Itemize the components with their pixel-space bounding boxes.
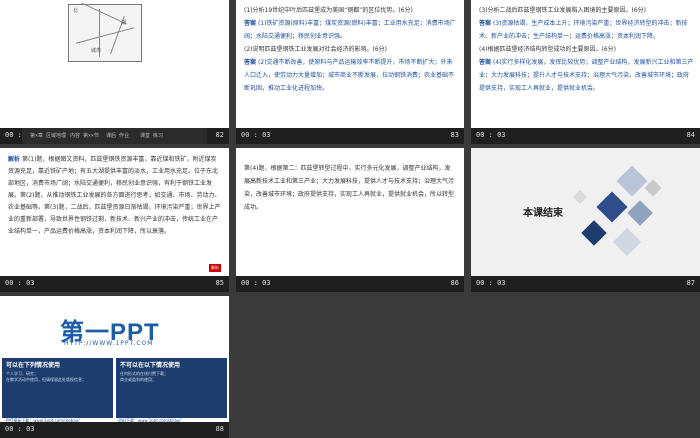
- slide-footer: 00 : 03 88: [0, 422, 229, 438]
- end-title: 本课结束: [523, 208, 563, 219]
- map-label-lake: 湖: [121, 20, 127, 26]
- question-4: (4)根据匹兹堡经济结构转型成功的主要原因。(6分): [479, 46, 616, 53]
- slide-footer: 00 : 03 85: [0, 276, 229, 292]
- timer: 00 : 03: [241, 279, 271, 287]
- map-label-north: 北: [73, 8, 79, 14]
- analysis-label: 解析: [8, 156, 21, 163]
- answer-3: (3)资源枯竭，生产成本上升；环境污染严重；世界经济转型的冲击；新技术、新产业的…: [479, 20, 688, 40]
- slide-86[interactable]: 第(4)题，根据第二：匹兹堡转型过程中，实行多元化发展，调整产业结构，发展高新技…: [236, 148, 464, 292]
- slide-number: 85: [215, 279, 224, 287]
- map-label-city: 城市: [91, 48, 102, 54]
- timer: 00 : 03: [476, 279, 506, 287]
- usage-allowed-panel: 可以在下列情况使用 个人学习、研究； 在教学活动中使用，但请保留此处版权信息；: [2, 358, 113, 418]
- slide-text: (1)分析19世纪中叶后匹兹堡成为美国“钢都”的区位优势。(6分) 答案 (1)…: [244, 4, 458, 95]
- usage-allowed-item: 在教学活动中使用，但请保留此处版权信息；: [6, 377, 86, 382]
- slide-83[interactable]: (1)分析19世纪中叶后匹兹堡成为美国“钢都”的区位优势。(6分) 答案 (1)…: [236, 0, 464, 144]
- slide-87[interactable]: 本课结束 00 : 03 87: [471, 148, 700, 292]
- answer-4: (4)实行多样化发展，发挥比较优势；调整产业结构，发展新兴工业和第三产业；大力发…: [479, 59, 694, 92]
- analysis-logo: 解析: [209, 264, 221, 272]
- slide-footer: 00 : 03 83: [236, 128, 464, 144]
- usage-forbidden-panel: 不可以在以下情况使用 任何形式的在线付费下载； 商业或盈利的使用；: [116, 358, 227, 418]
- nav-link[interactable]: 课堂 练习: [140, 132, 163, 139]
- slide-88[interactable]: 第一PPT HTTP://WWW.1PPT.COM 可以在下列情况使用 个人学习…: [0, 296, 229, 438]
- answer-label: 答案: [479, 59, 492, 66]
- slide-number: 87: [686, 279, 695, 287]
- usage-allowed-title: 可以在下列情况使用: [6, 362, 61, 369]
- ppt-url[interactable]: HTTP://WWW.1PPT.COM: [64, 340, 153, 347]
- question-3: (3)分析二战后匹兹堡钢铁工业发展陷入困境的主要原因。(6分): [479, 7, 646, 14]
- question-1: (1)分析19世纪中叶后匹兹堡成为美国“钢都”的区位优势。(6分): [244, 7, 413, 14]
- slide-footer: 00 : 03 87: [471, 276, 700, 292]
- slide-number: 84: [686, 131, 695, 139]
- nav-link[interactable]: 内容 第××节: [70, 132, 99, 139]
- answer-1: (1)铁矿资源(原料)丰富；煤炭资源(燃料)丰富；工业用水充足；消费市场广阔；水…: [244, 20, 456, 40]
- question-2: (2)说明匹兹堡钢铁工业发展对社会经济的影响。(6分): [244, 46, 387, 53]
- slide-number: 86: [450, 279, 459, 287]
- usage-forbidden-title: 不可以在以下情况使用: [120, 362, 181, 369]
- answer-label: 答案: [244, 59, 257, 66]
- nav-link[interactable]: 第×章 区域地理: [30, 132, 66, 139]
- slide-number: 83: [450, 131, 459, 139]
- slide-footer: 00 : 03 第×章 区域地理 内容 第××节 课后 作业 课堂 练习 82: [0, 128, 229, 144]
- usage-forbidden-item: 商业或盈利的使用；: [120, 377, 156, 382]
- slide-85[interactable]: 解析 第(1)题，根据图文资料，匹兹堡钢铁资源丰富，靠近煤和铁矿，附近煤炭资源充…: [0, 148, 229, 292]
- slide-82[interactable]: 北 湖 城市 00 : 03 第×章 区域地理 内容 第××节 课后 作业 课堂…: [0, 0, 229, 144]
- answer-2: (2)交通不断改善，使原料与产品运输效率不断提升，市场不断扩大；外来人口迁入，使…: [244, 59, 455, 92]
- answer-label: 答案: [244, 20, 257, 27]
- timer: 00 : 03: [5, 425, 35, 433]
- slide-navbar: 第×章 区域地理 内容 第××节 课后 作业 课堂 练习: [22, 128, 207, 144]
- analysis-body: 第(1)题，根据图文资料，匹兹堡钢铁资源丰富，靠近煤和铁矿，附近煤炭资源充足，靠…: [8, 156, 221, 235]
- slide-84[interactable]: (3)分析二战后匹兹堡钢铁工业发展陷入困境的主要原因。(6分) 答案 (3)资源…: [471, 0, 700, 144]
- slide-footer: 00 : 03 86: [236, 276, 464, 292]
- nav-link[interactable]: 课后 作业: [106, 132, 129, 139]
- slide-text: 解析 第(1)题，根据图文资料，匹兹堡钢铁资源丰富，靠近煤和铁矿，附近煤炭资源充…: [8, 154, 222, 238]
- slide-footer: 00 : 03 84: [471, 128, 700, 144]
- timer: 00 : 03: [5, 279, 35, 287]
- timer: 00 : 03: [241, 131, 271, 139]
- slide-number: 88: [215, 425, 224, 433]
- map-figure: 北 湖 城市: [68, 2, 142, 62]
- timer: 00 : 03: [476, 131, 506, 139]
- slide-text: (3)分析二战后匹兹堡钢铁工业发展陷入困境的主要原因。(6分) 答案 (3)资源…: [479, 4, 694, 95]
- slide-text: 第(4)题，根据第二：匹兹堡转型过程中，实行多元化发展，调整产业结构，发展高新技…: [244, 162, 456, 214]
- analysis-body: 第(4)题，根据第二：匹兹堡转型过程中，实行多元化发展，调整产业结构，发展高新技…: [244, 165, 455, 211]
- slide-number: 82: [215, 131, 224, 139]
- answer-label: 答案: [479, 20, 492, 27]
